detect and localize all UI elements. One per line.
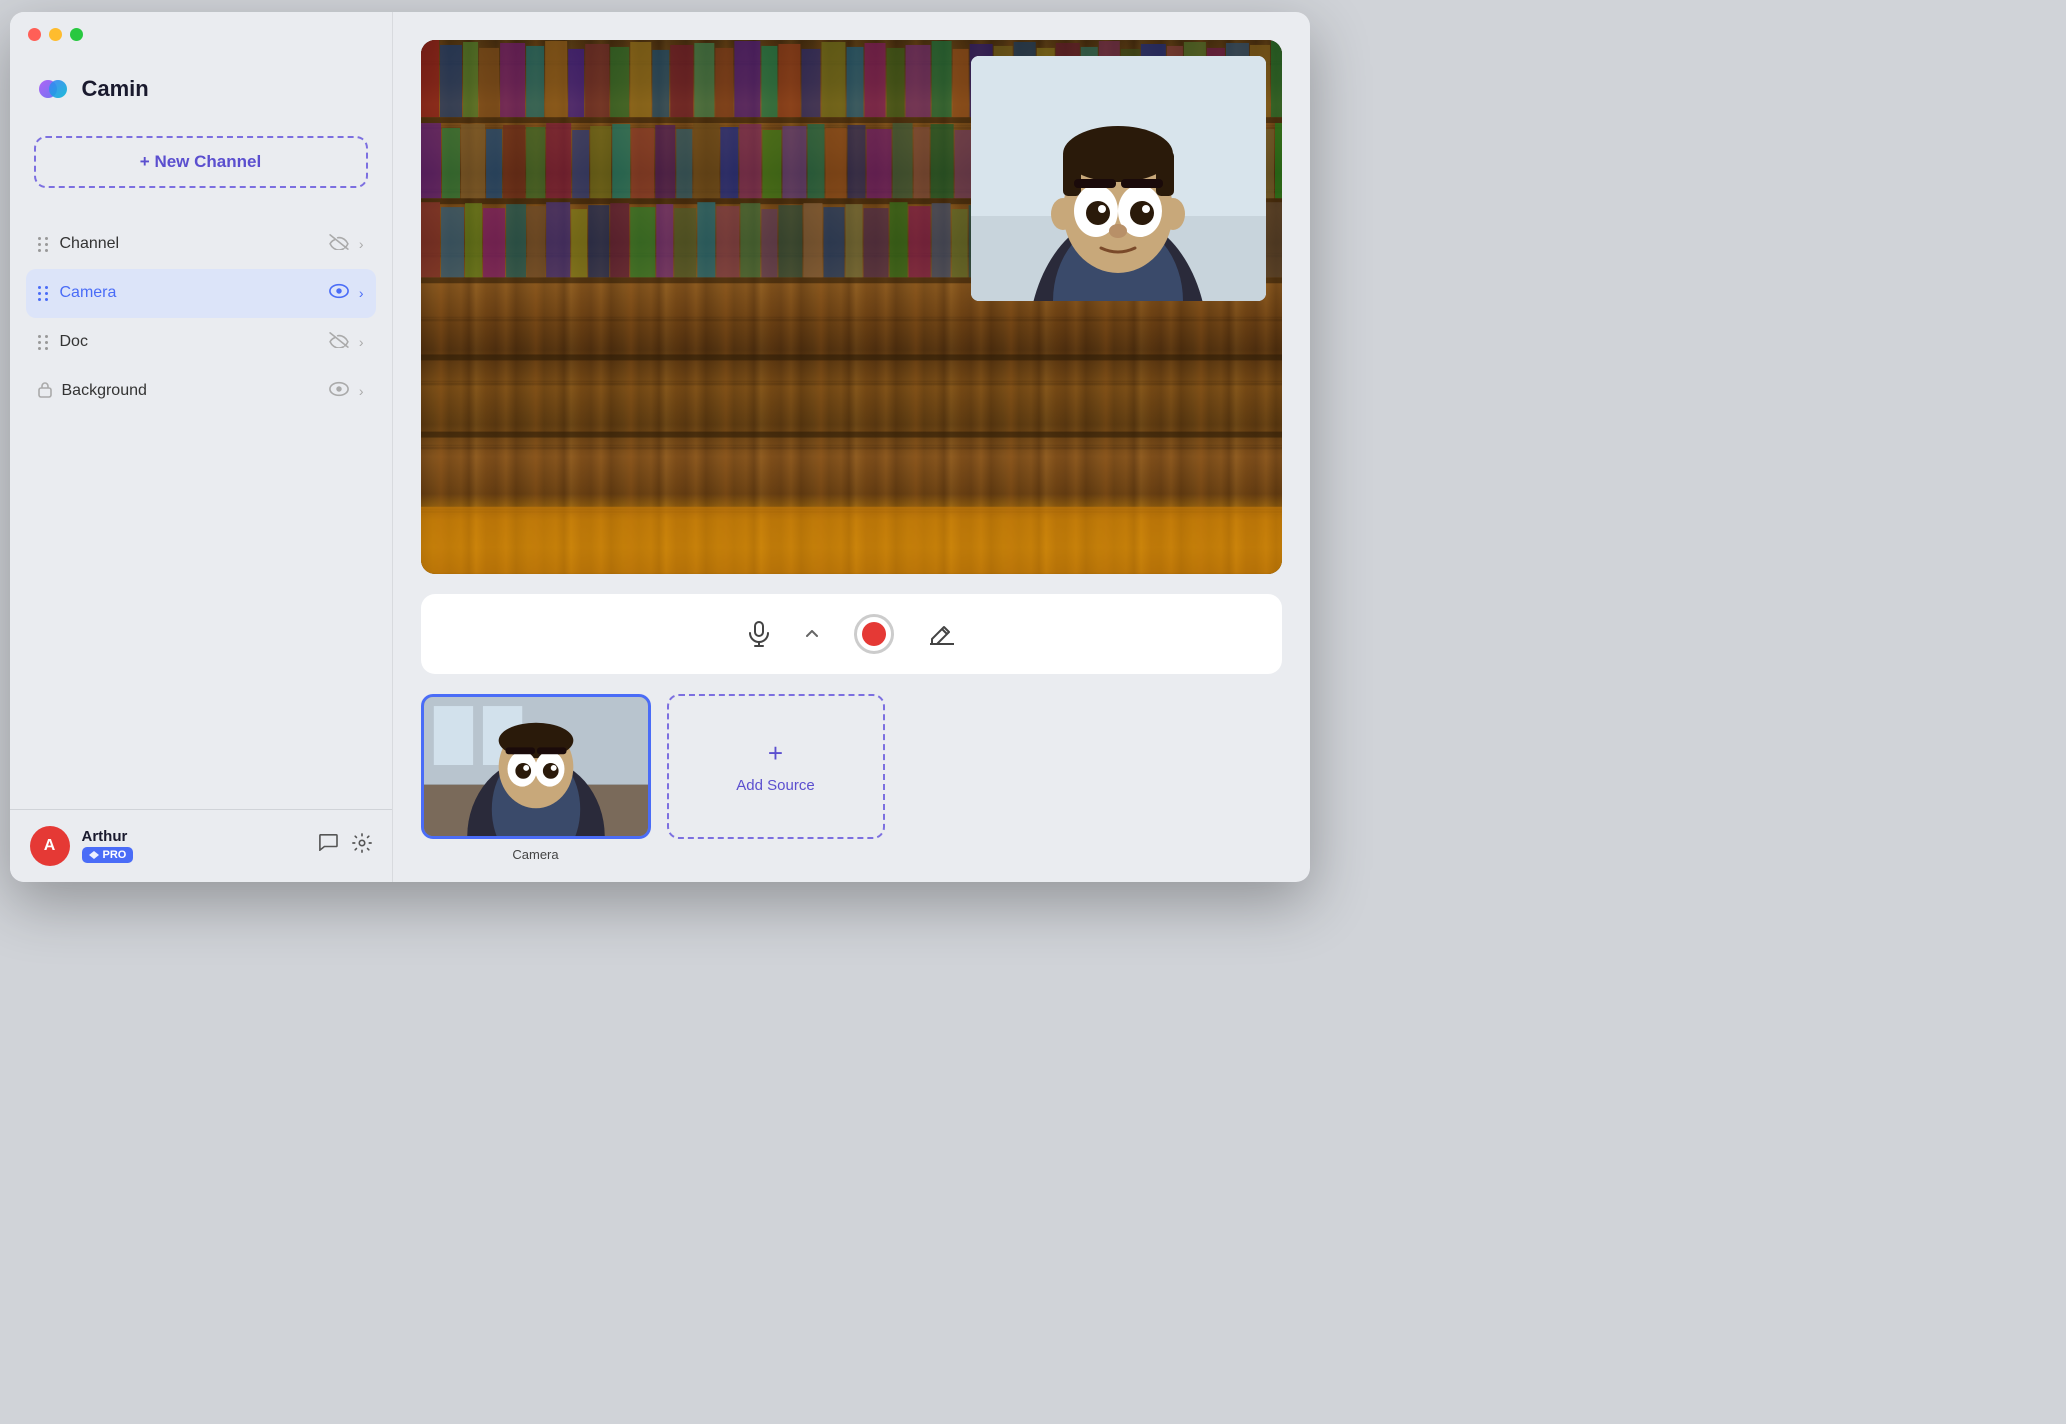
chevron-up-icon [806, 630, 818, 638]
pip-camera [971, 56, 1266, 301]
add-icon: + [768, 738, 783, 769]
channel-item-label: Channel [60, 235, 319, 253]
user-name: Arthur [82, 828, 306, 845]
eye-icon [329, 283, 349, 304]
chevron-right-icon: › [359, 383, 364, 399]
sidebar-item-channel[interactable]: Channel › [26, 220, 376, 269]
channel-item-label: Camera [60, 284, 319, 302]
source-preview [424, 695, 648, 838]
sidebar: Camin + New Channel Channel › [10, 12, 393, 882]
new-channel-label: + New Channel [140, 152, 261, 172]
logo-icon [34, 70, 72, 108]
record-dot [862, 622, 886, 646]
new-channel-button[interactable]: + New Channel [34, 136, 368, 188]
lock-icon [38, 381, 52, 401]
sidebar-item-camera[interactable]: Camera › [26, 269, 376, 318]
diamond-icon [89, 851, 99, 859]
microphone-icon [748, 621, 770, 647]
sidebar-header: Camin + New Channel [10, 54, 392, 212]
user-info: Arthur PRO [82, 828, 306, 864]
minimize-button[interactable] [49, 28, 62, 41]
chevron-right-icon: › [359, 334, 364, 350]
app-window: Camin + New Channel Channel › [10, 12, 1310, 882]
main-content: Camera + Add Source [393, 12, 1310, 882]
eye-icon [329, 381, 349, 402]
chevron-right-icon: › [359, 236, 364, 252]
add-source-button[interactable]: + Add Source [667, 694, 885, 839]
close-button[interactable] [28, 28, 41, 41]
cartoon-avatar [971, 56, 1266, 301]
add-source-label: Add Source [736, 777, 814, 794]
source-thumbnail-inner [424, 697, 648, 836]
footer-actions [318, 833, 372, 858]
eye-off-icon [329, 234, 349, 255]
sidebar-item-background[interactable]: Background › [26, 367, 376, 416]
sidebar-footer: A Arthur PRO [10, 809, 392, 882]
source-item-camera[interactable]: Camera [421, 694, 651, 862]
logo: Camin [34, 70, 368, 108]
pip-camera-feed [971, 56, 1266, 301]
source-thumbnail [421, 694, 651, 839]
video-controls-bar [421, 594, 1282, 674]
eye-off-icon [329, 332, 349, 353]
drag-handle-icon [38, 335, 50, 350]
sources-row: Camera + Add Source [421, 694, 1282, 862]
record-circle [854, 614, 894, 654]
maximize-button[interactable] [70, 28, 83, 41]
drag-handle-icon [38, 237, 50, 252]
source-label: Camera [512, 847, 558, 862]
annotate-button[interactable] [924, 617, 960, 651]
microphone-button[interactable] [742, 615, 776, 653]
sidebar-item-doc[interactable]: Doc › [26, 318, 376, 367]
pro-badge: PRO [82, 847, 134, 863]
annotate-icon [930, 623, 954, 645]
app-title: Camin [82, 76, 149, 102]
channel-list: Channel › Camera [10, 212, 392, 809]
settings-icon[interactable] [352, 833, 372, 858]
chevron-right-icon: › [359, 285, 364, 301]
avatar: A [30, 826, 70, 866]
channel-item-label: Doc [60, 333, 319, 351]
channel-item-label: Background [62, 382, 319, 400]
video-container [421, 40, 1282, 574]
mic-arrow-button[interactable] [800, 624, 824, 644]
drag-handle-icon [38, 286, 50, 301]
record-button[interactable] [848, 608, 900, 660]
chat-icon[interactable] [318, 833, 338, 858]
titlebar [28, 28, 83, 41]
